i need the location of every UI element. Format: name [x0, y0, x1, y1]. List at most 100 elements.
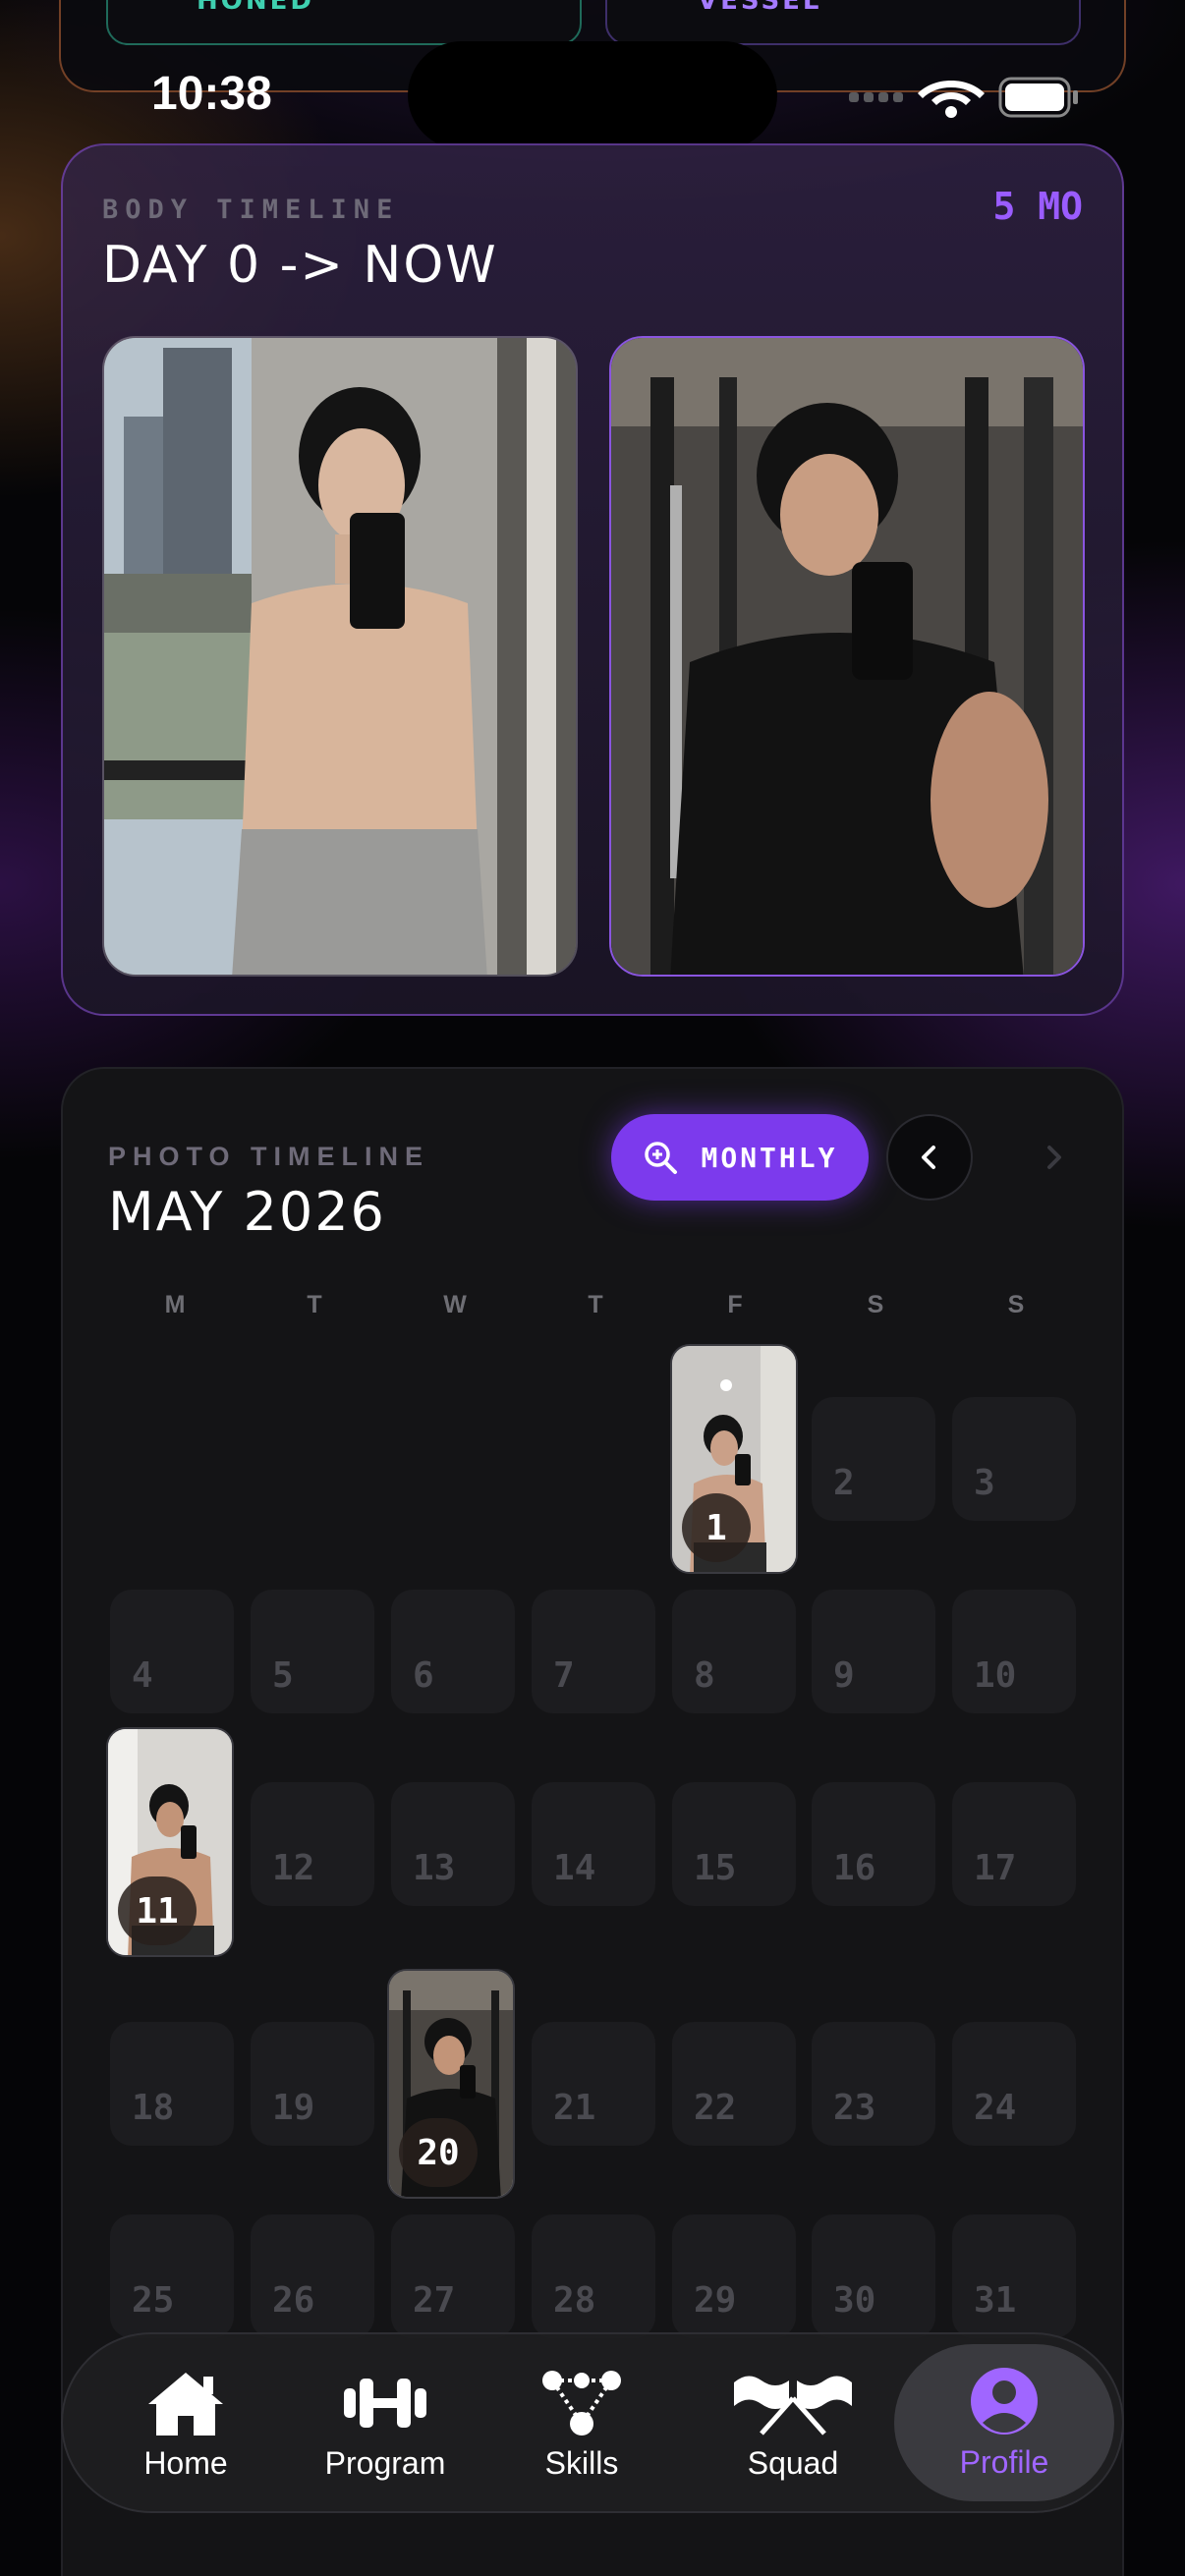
day-number-badge: 1	[682, 1493, 751, 1562]
dynamic-island	[408, 41, 777, 149]
day-number: 26	[272, 2280, 315, 2321]
peek-label-honed: HONED	[197, 0, 314, 16]
day-number: 31	[974, 2280, 1017, 2321]
calendar-day[interactable]: 29	[672, 2214, 796, 2338]
flags-icon	[734, 2375, 852, 2436]
calendar-day-20-photo[interactable]: 20	[387, 1969, 515, 2199]
zoom-icon	[645, 1142, 678, 1174]
tab-home-label: Home	[143, 2444, 228, 2481]
day-number: 6	[413, 1655, 434, 1696]
day-number: 25	[132, 2280, 175, 2321]
battery-icon	[998, 77, 1078, 118]
calendar-day[interactable]: 7	[532, 1590, 655, 1713]
day-number: 5	[272, 1655, 294, 1696]
weekday-wed: W	[443, 1291, 467, 1318]
day-number: 14	[553, 1848, 596, 1888]
calendar-day[interactable]: 15	[672, 1782, 796, 1906]
calendar-day-11-photo[interactable]: 11	[106, 1727, 234, 1957]
day-number: 23	[833, 2088, 876, 2128]
chevron-right-icon	[1047, 1146, 1061, 1169]
calendar-day[interactable]: 3	[952, 1397, 1076, 1521]
profile-icon	[971, 2367, 1038, 2435]
wifi-icon	[918, 81, 985, 118]
day-number: 28	[553, 2280, 596, 2321]
weekday-fri: F	[727, 1291, 743, 1318]
calendar-day[interactable]: 30	[812, 2214, 935, 2338]
weekday-thu: T	[588, 1291, 603, 1318]
before-photo[interactable]	[102, 336, 578, 977]
day-number: 29	[694, 2280, 737, 2321]
weekday-sat: S	[867, 1291, 884, 1318]
calendar-day[interactable]: 6	[391, 1590, 515, 1713]
day-number: 2	[833, 1463, 855, 1503]
calendar-day[interactable]: 22	[672, 2022, 796, 2146]
day-number: 12	[272, 1848, 315, 1888]
calendar-day[interactable]: 27	[391, 2214, 515, 2338]
tab-squad-label: Squad	[747, 2444, 839, 2481]
day-number: 15	[694, 1848, 737, 1888]
day-number: 7	[553, 1655, 575, 1696]
tab-home[interactable]: Home	[102, 2334, 269, 2515]
skill-tree-icon	[542, 2370, 621, 2436]
calendar-day[interactable]: 26	[251, 2214, 374, 2338]
calendar-day[interactable]: 9	[812, 1590, 935, 1713]
calendar-day[interactable]: 21	[532, 2022, 655, 2146]
day-number: 27	[413, 2280, 456, 2321]
photo-timeline-label: PHOTO TIMELINE	[108, 1142, 430, 1171]
tab-program[interactable]: Program	[295, 2334, 476, 2515]
calendar-day[interactable]: 23	[812, 2022, 935, 2146]
day-number: 13	[413, 1848, 456, 1888]
weekday-tue: T	[307, 1291, 322, 1318]
day-number: 9	[833, 1655, 855, 1696]
calendar-day[interactable]: 14	[532, 1782, 655, 1906]
calendar-day[interactable]: 5	[251, 1590, 374, 1713]
next-month-button[interactable]	[1010, 1114, 1097, 1201]
day-number-badge: 11	[118, 1876, 197, 1945]
tab-program-label: Program	[324, 2444, 446, 2481]
calendar-day[interactable]: 25	[110, 2214, 234, 2338]
status-icons	[849, 77, 1078, 118]
calendar-day[interactable]: 12	[251, 1782, 374, 1906]
body-timeline-period: 5 MO	[992, 185, 1083, 228]
tab-skills-label: Skills	[544, 2444, 619, 2481]
calendar-day[interactable]: 24	[952, 2022, 1076, 2146]
after-photo[interactable]	[609, 336, 1085, 977]
day-number: 16	[833, 1848, 876, 1888]
calendar-day[interactable]: 17	[952, 1782, 1076, 1906]
calendar-day[interactable]: 2	[812, 1397, 935, 1521]
day-number: 1	[705, 1507, 727, 1548]
tab-profile-label: Profile	[959, 2443, 1049, 2480]
day-number: 18	[132, 2088, 175, 2128]
day-number: 22	[694, 2088, 737, 2128]
peek-label-vessel: VESSEL	[698, 0, 822, 16]
calendar-day[interactable]: 28	[532, 2214, 655, 2338]
previous-month-button[interactable]	[886, 1114, 973, 1201]
peek-tile-honed[interactable]	[106, 0, 582, 45]
calendar-day[interactable]: 4	[110, 1590, 234, 1713]
day-number: 3	[974, 1463, 995, 1503]
calendar-day[interactable]: 8	[672, 1590, 796, 1713]
monthly-view-button[interactable]: MONTHLY	[611, 1114, 869, 1201]
tab-squad[interactable]: Squad	[711, 2334, 875, 2515]
calendar-day-1-photo[interactable]: 1	[670, 1344, 798, 1574]
chevron-left-icon	[922, 1146, 935, 1169]
body-timeline-label: BODY TIMELINE	[102, 195, 400, 225]
before-photo-image	[104, 338, 576, 975]
calendar-day[interactable]: 18	[110, 2022, 234, 2146]
peek-tile-vessel[interactable]	[605, 0, 1081, 45]
day-number: 20	[417, 2132, 460, 2173]
calendar-day[interactable]: 10	[952, 1590, 1076, 1713]
calendar-day[interactable]: 31	[952, 2214, 1076, 2338]
day-number: 21	[553, 2088, 596, 2128]
day-number: 19	[272, 2088, 315, 2128]
calendar-day[interactable]: 16	[812, 1782, 935, 1906]
calendar-day[interactable]: 13	[391, 1782, 515, 1906]
calendar-day[interactable]: 19	[251, 2022, 374, 2146]
day-number: 10	[974, 1655, 1017, 1696]
signal-icon	[849, 92, 903, 102]
tab-profile[interactable]: Profile	[894, 2344, 1114, 2501]
tab-bar: Home Program Skills Squad Profile	[61, 2332, 1124, 2513]
day-number-badge: 20	[399, 2118, 478, 2187]
day-number: 4	[132, 1655, 153, 1696]
tab-skills[interactable]: Skills	[499, 2334, 664, 2515]
